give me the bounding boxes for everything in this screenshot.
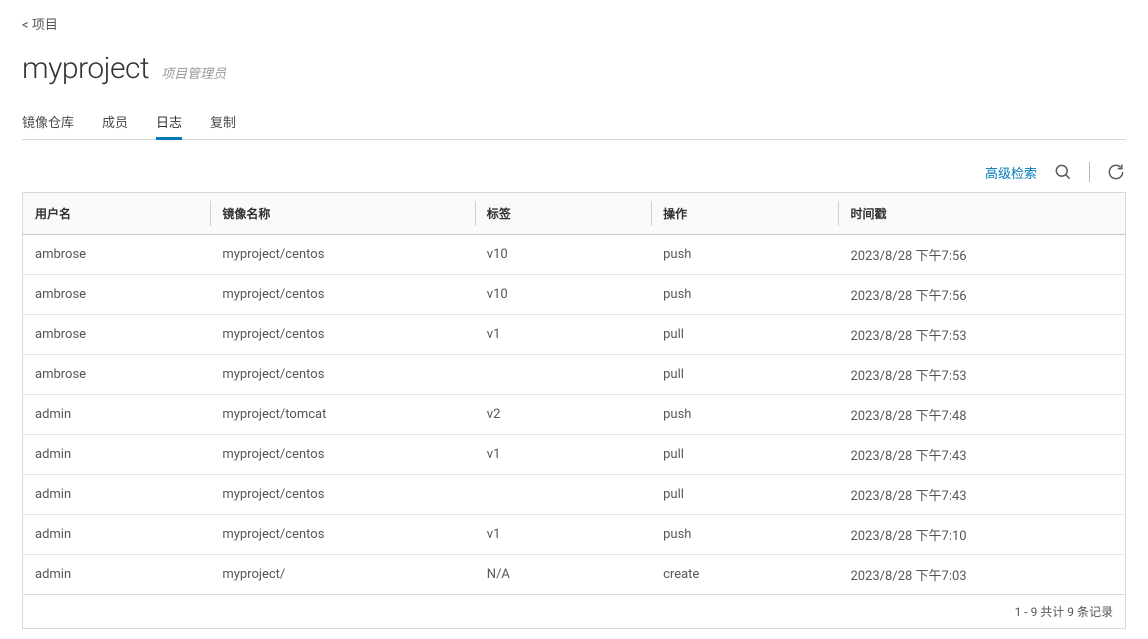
col-header-op[interactable]: 操作 <box>651 193 838 235</box>
cell-repo: myproject/centos <box>210 235 474 275</box>
back-link[interactable]: < 项目 <box>22 18 58 33</box>
cell-tag <box>475 355 651 395</box>
project-title: myproject <box>22 51 149 86</box>
cell-op: pull <box>651 435 838 475</box>
cell-repo: myproject/centos <box>210 435 474 475</box>
cell-time: 2023/8/28 下午7:53 <box>838 355 1125 395</box>
cell-time: 2023/8/28 下午7:43 <box>838 475 1125 515</box>
cell-time: 2023/8/28 下午7:43 <box>838 435 1125 475</box>
cell-user: ambrose <box>23 275 210 315</box>
advanced-search-link[interactable]: 高级检索 <box>985 163 1037 182</box>
table-row: adminmyproject/N/Acreate2023/8/28 下午7:03 <box>23 555 1125 595</box>
cell-user: admin <box>23 515 210 555</box>
table-row: adminmyproject/centos pull2023/8/28 下午7:4… <box>23 475 1125 515</box>
tab-replication[interactable]: 复制 <box>210 112 236 139</box>
back-arrow: < <box>22 18 29 33</box>
cell-tag: N/A <box>475 555 651 595</box>
col-header-repo[interactable]: 镜像名称 <box>210 193 474 235</box>
cell-tag: v1 <box>475 435 651 475</box>
cell-user: ambrose <box>23 315 210 355</box>
project-header: myproject 项目管理员 <box>22 51 1126 112</box>
cell-tag: v2 <box>475 395 651 435</box>
cell-tag: v1 <box>475 315 651 355</box>
cell-repo: myproject/centos <box>210 355 474 395</box>
table-row: adminmyproject/centosv1push2023/8/28 下午7… <box>23 515 1125 555</box>
col-header-user[interactable]: 用户名 <box>23 193 210 235</box>
cell-repo: myproject/tomcat <box>210 395 474 435</box>
cell-user: admin <box>23 555 210 595</box>
cell-op: push <box>651 515 838 555</box>
breadcrumb: < 项目 <box>22 10 1126 51</box>
cell-user: admin <box>23 435 210 475</box>
cell-time: 2023/8/28 下午7:10 <box>838 515 1125 555</box>
table-row: ambrosemyproject/centos pull2023/8/28 下午7… <box>23 355 1125 395</box>
toolbar-divider <box>1089 162 1090 182</box>
cell-repo: myproject/centos <box>210 315 474 355</box>
cell-op: pull <box>651 315 838 355</box>
cell-repo: myproject/centos <box>210 475 474 515</box>
breadcrumb-label: 项目 <box>32 18 58 33</box>
toolbar: 高级检索 <box>22 140 1126 192</box>
table-row: adminmyproject/centosv1pull2023/8/28 下午7… <box>23 435 1125 475</box>
cell-time: 2023/8/28 下午7:56 <box>838 235 1125 275</box>
cell-time: 2023/8/28 下午7:48 <box>838 395 1125 435</box>
cell-user: ambrose <box>23 355 210 395</box>
cell-tag <box>475 475 651 515</box>
cell-time: 2023/8/28 下午7:53 <box>838 315 1125 355</box>
refresh-icon[interactable] <box>1106 162 1126 182</box>
cell-tag: v1 <box>475 515 651 555</box>
col-header-tag[interactable]: 标签 <box>475 193 651 235</box>
cell-time: 2023/8/28 下午7:03 <box>838 555 1125 595</box>
cell-user: ambrose <box>23 235 210 275</box>
tab-logs[interactable]: 日志 <box>156 112 182 139</box>
tab-repo[interactable]: 镜像仓库 <box>22 112 74 139</box>
search-icon[interactable] <box>1053 162 1073 182</box>
cell-repo: myproject/ <box>210 555 474 595</box>
cell-time: 2023/8/28 下午7:56 <box>838 275 1125 315</box>
cell-tag: v10 <box>475 275 651 315</box>
cell-op: push <box>651 235 838 275</box>
cell-op: create <box>651 555 838 595</box>
tab-members[interactable]: 成员 <box>102 112 128 139</box>
table-header-row: 用户名 镜像名称 标签 操作 时间戳 <box>23 193 1125 235</box>
tabs: 镜像仓库 成员 日志 复制 <box>22 112 1126 140</box>
cell-op: pull <box>651 355 838 395</box>
table-row: adminmyproject/tomcatv2push2023/8/28 下午7… <box>23 395 1125 435</box>
cell-user: admin <box>23 395 210 435</box>
project-role: 项目管理员 <box>161 63 226 82</box>
cell-repo: myproject/centos <box>210 275 474 315</box>
col-header-time[interactable]: 时间戳 <box>838 193 1125 235</box>
table-row: ambrosemyproject/centosv10push2023/8/28 … <box>23 275 1125 315</box>
cell-op: pull <box>651 475 838 515</box>
cell-user: admin <box>23 475 210 515</box>
cell-tag: v10 <box>475 235 651 275</box>
cell-repo: myproject/centos <box>210 515 474 555</box>
table-row: ambrosemyproject/centosv1pull2023/8/28 下… <box>23 315 1125 355</box>
cell-op: push <box>651 275 838 315</box>
log-table: 用户名 镜像名称 标签 操作 时间戳 ambrosemyproject/cent… <box>22 192 1126 629</box>
table-footer: 1 - 9 共计 9 条记录 <box>23 594 1125 628</box>
cell-op: push <box>651 395 838 435</box>
table-row: ambrosemyproject/centosv10push2023/8/28 … <box>23 235 1125 275</box>
